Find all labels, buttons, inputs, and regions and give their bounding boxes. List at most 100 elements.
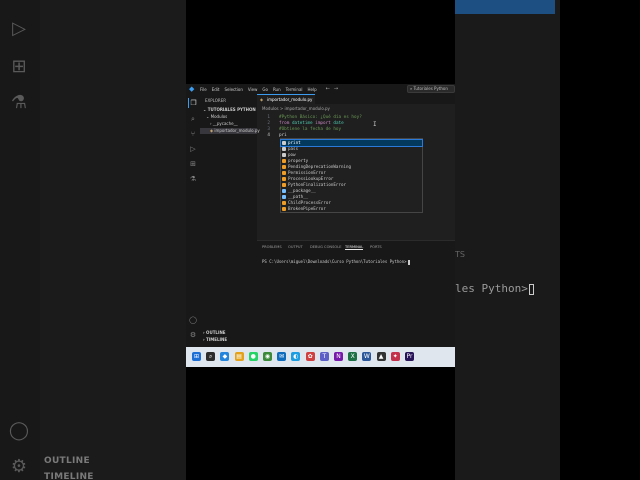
command-center-search[interactable]: ⌕ Tutoriales Python (407, 85, 455, 93)
suggestion-label: PermissionError (288, 170, 326, 175)
menu-edit[interactable]: Edit (212, 87, 220, 92)
editor-tabs: ◈ importador_modulo.py (257, 94, 455, 104)
folder-pycache[interactable]: › __pycache__ (200, 121, 257, 127)
search-icon[interactable]: ⌕ (188, 114, 198, 124)
menu-terminal[interactable]: Terminal (286, 87, 303, 92)
account-icon: ◯ (8, 420, 30, 441)
folder-modulos-label: Modulos (210, 114, 228, 119)
tab-label: importador_modulo.py (267, 97, 313, 102)
variable-icon (282, 195, 286, 199)
pin-icon[interactable]: ✦ (390, 352, 400, 361)
extensions-icon: ⊞ (11, 56, 27, 77)
suggestion-label: PythonFinalizationError (288, 182, 346, 187)
menu-go[interactable]: Go (262, 87, 268, 92)
excel-icon[interactable]: X (348, 352, 358, 361)
background-terminal-text: les Python> (455, 282, 534, 295)
class-icon (282, 159, 286, 163)
onenote-icon[interactable]: N (334, 352, 343, 361)
run-debug-icon[interactable]: ▷ (188, 144, 198, 154)
outlook-icon[interactable]: ✉ (277, 352, 287, 361)
keyword-icon (282, 147, 286, 151)
teams-icon[interactable]: T (319, 352, 329, 361)
code-line-1: #Python Básico: ¿Qué día es hoy? (279, 115, 362, 120)
windows-start-icon[interactable]: ⊞ (192, 352, 201, 361)
module-name: datetime (291, 121, 313, 126)
account-icon[interactable]: ◯ (188, 315, 198, 325)
explorer-files-icon[interactable]: ❐ (188, 98, 198, 108)
forward-arrow-icon[interactable]: → (334, 86, 338, 92)
word-icon[interactable]: W (362, 352, 372, 361)
folder-modulos[interactable]: ⌄ Modulos (200, 114, 257, 120)
source-control-icon[interactable]: ⑂ (188, 129, 198, 139)
tab-debug-console[interactable]: DEBUG CONSOLE (310, 245, 341, 249)
folder-pycache-label: __pycache__ (212, 121, 238, 126)
outline-section[interactable]: › OUTLINE (203, 330, 226, 335)
class-icon (282, 165, 286, 169)
background-timeline-label: TIMELINE (44, 472, 94, 480)
search-icon: ⌕ (410, 86, 413, 91)
tab-ports[interactable]: PORTS (370, 245, 382, 249)
file-importador-modulo-label: importador_modulo.py (214, 128, 260, 133)
app-icon[interactable]: ▲ (376, 352, 386, 361)
screen: ▷ ⊞ ⚗ ◯ ⚙ OUTLINE TIMELINE TS les Python… (0, 0, 640, 480)
suggestion-label: __package__ (288, 188, 316, 193)
menu-run[interactable]: Run (273, 87, 281, 92)
terminal-output[interactable]: PS C:\Users\miguel\Downloads\Curso Pytho… (262, 259, 410, 265)
back-arrow-icon[interactable]: ← (326, 86, 330, 92)
bottom-panel: PROBLEMS OUTPUT DEBUG CONSOLE TERMINAL P… (257, 240, 455, 357)
vscode-icon[interactable]: ◆ (220, 352, 230, 361)
photos-icon[interactable]: ✿ (305, 352, 315, 361)
letterbox-bottom (186, 367, 455, 480)
line-number: 4 (267, 133, 270, 138)
menu-view[interactable]: View (248, 87, 258, 92)
terminal-prompt: PS C:\Users\miguel\Downloads\Curso Pytho… (262, 259, 407, 264)
extensions-icon[interactable]: ⊞ (188, 159, 198, 169)
premiere-icon[interactable]: Pr (405, 352, 414, 361)
suggestion-item[interactable]: BrokenPipeError (281, 206, 422, 212)
search-icon[interactable]: ⌕ (206, 352, 216, 361)
edge-icon[interactable]: ◐ (291, 352, 301, 361)
code-line-2: from datetime import date (279, 121, 344, 126)
settings-gear-icon: ⚙ (10, 456, 28, 477)
suggestion-label: ProcessLookupError (288, 176, 334, 181)
vscode-window: ◆ File Edit Selection View Go Run Termin… (186, 84, 455, 367)
line-number: 1 (267, 115, 270, 120)
tab-importador-modulo[interactable]: ◈ importador_modulo.py (257, 94, 315, 104)
suggestion-label: pow (288, 152, 296, 157)
breadcrumb[interactable]: Modulos > importador_modulo.py (262, 106, 330, 111)
text-cursor-icon: I (373, 121, 377, 128)
code-line-3: #Obtiene la fecha de hoy (279, 127, 342, 132)
vscode-logo-icon: ◆ (189, 85, 195, 93)
suggestion-label: print (288, 140, 301, 145)
testing-flask-icon[interactable]: ⚗ (188, 174, 198, 184)
windows-taskbar: ⊞ ⌕ ◆ ▤ ● ◉ ✉ ◐ ✿ T N X W ▲ ✦ Pr (186, 347, 455, 367)
terminal-cursor (407, 259, 410, 265)
menu-selection[interactable]: Selection (224, 87, 242, 92)
keyword-icon (282, 141, 286, 145)
file-importador-modulo[interactable]: ◈ importador_modulo.py (200, 128, 260, 134)
keyword-from: from (279, 121, 290, 126)
timeline-section[interactable]: › TIMELINE (203, 337, 227, 342)
line-number: 3 (267, 127, 270, 132)
outline-label: OUTLINE (206, 330, 226, 335)
suggestion-label: ChildProcessError (288, 200, 331, 205)
background-black-edge (560, 0, 640, 480)
python-file-icon: ◈ (210, 128, 214, 133)
chrome-icon[interactable]: ◉ (263, 352, 272, 361)
whatsapp-icon[interactable]: ● (248, 352, 258, 361)
menu-help[interactable]: Help (308, 87, 317, 92)
tab-terminal[interactable]: TERMINAL (345, 245, 364, 250)
line-number: 2 (267, 121, 270, 126)
run-debug-icon: ▷ (12, 18, 26, 39)
files-icon[interactable]: ▤ (234, 352, 244, 361)
tab-output[interactable]: OUTPUT (288, 245, 303, 249)
autocomplete-suggestions[interactable]: print pass pow property PendingDeprecationWa… (280, 138, 423, 213)
class-icon (282, 171, 286, 175)
menu-file[interactable]: File (200, 87, 207, 92)
activity-bar: ❐ ⌕ ⑂ ▷ ⊞ ⚗ ◯ ⚙ (186, 94, 200, 357)
variable-icon (282, 189, 286, 193)
workspace-root[interactable]: ⌄ TUTORIALES PYTHON (200, 107, 257, 113)
testing-flask-icon: ⚗ (10, 92, 28, 113)
settings-gear-icon[interactable]: ⚙ (188, 330, 198, 340)
tab-problems[interactable]: PROBLEMS (262, 245, 282, 249)
